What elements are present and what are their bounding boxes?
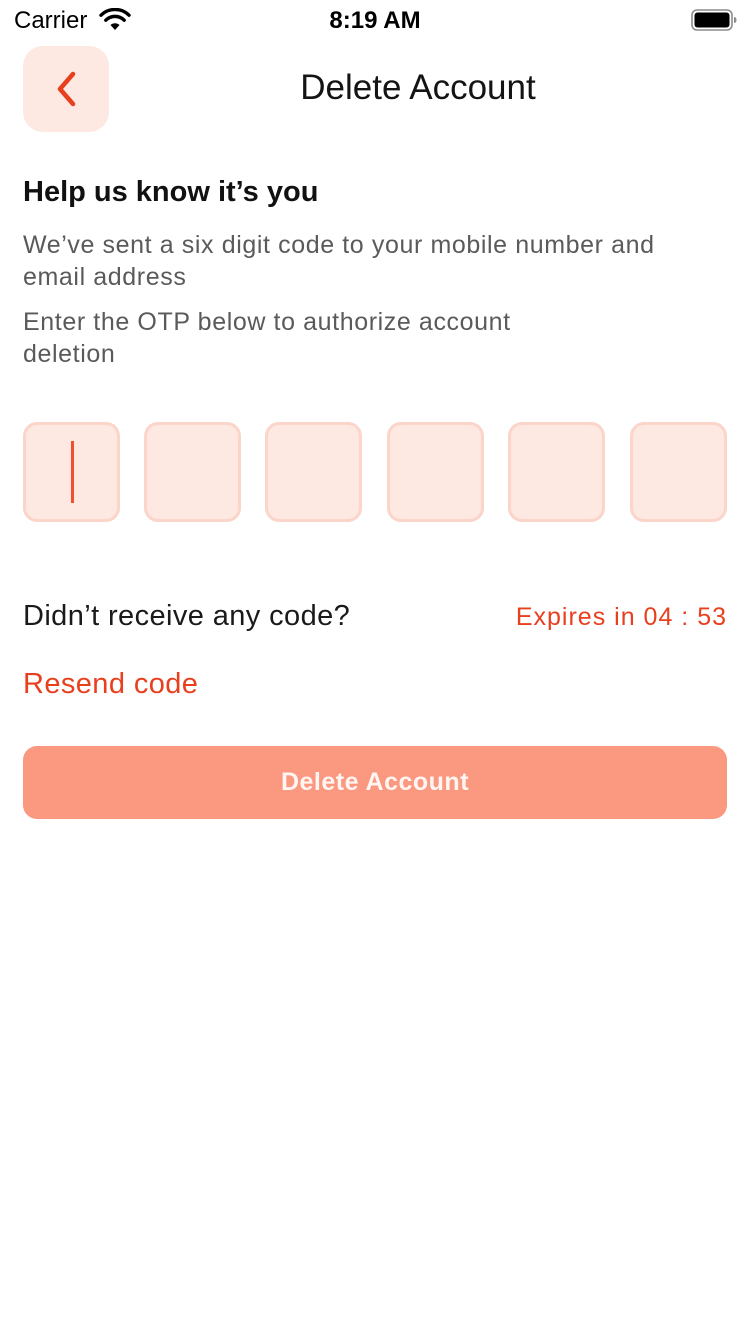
chevron-left-icon <box>57 71 76 107</box>
battery-icon <box>691 9 737 31</box>
otp-sent-message: We’ve sent a six digit code to your mobi… <box>23 231 655 291</box>
expiry-prefix: Expires in <box>515 603 636 631</box>
resend-code-link[interactable]: Resend code <box>23 668 198 701</box>
delete-account-screen: Carrier 8:19 AM Delete Account Help us k… <box>0 0 750 1334</box>
otp-digit-1[interactable] <box>23 422 120 522</box>
otp-digit-6[interactable] <box>630 422 727 522</box>
otp-digit-4[interactable] <box>387 422 484 522</box>
delete-account-label: Delete Account <box>280 768 470 796</box>
status-time: 8:19 AM <box>329 7 421 34</box>
delete-account-button[interactable]: Delete Account <box>23 746 727 819</box>
otp-digit-3[interactable] <box>265 422 362 522</box>
otp-digit-5[interactable] <box>508 422 605 522</box>
intro-heading: Help us know it’s you <box>23 176 319 208</box>
expiry-timer: Expires in 04 : 53 <box>516 603 727 632</box>
back-button[interactable] <box>23 46 109 132</box>
otp-instruction: Enter the OTP below to authorize account… <box>23 308 511 368</box>
text-caret <box>71 441 74 503</box>
page-title: Delete Account <box>300 68 536 107</box>
expiry-time: 04 : 53 <box>643 603 727 631</box>
otp-input-row <box>23 422 727 522</box>
otp-digit-2[interactable] <box>144 422 241 522</box>
status-bar: Carrier 8:19 AM <box>0 0 750 40</box>
no-code-prompt: Didn’t receive any code? <box>23 600 351 632</box>
